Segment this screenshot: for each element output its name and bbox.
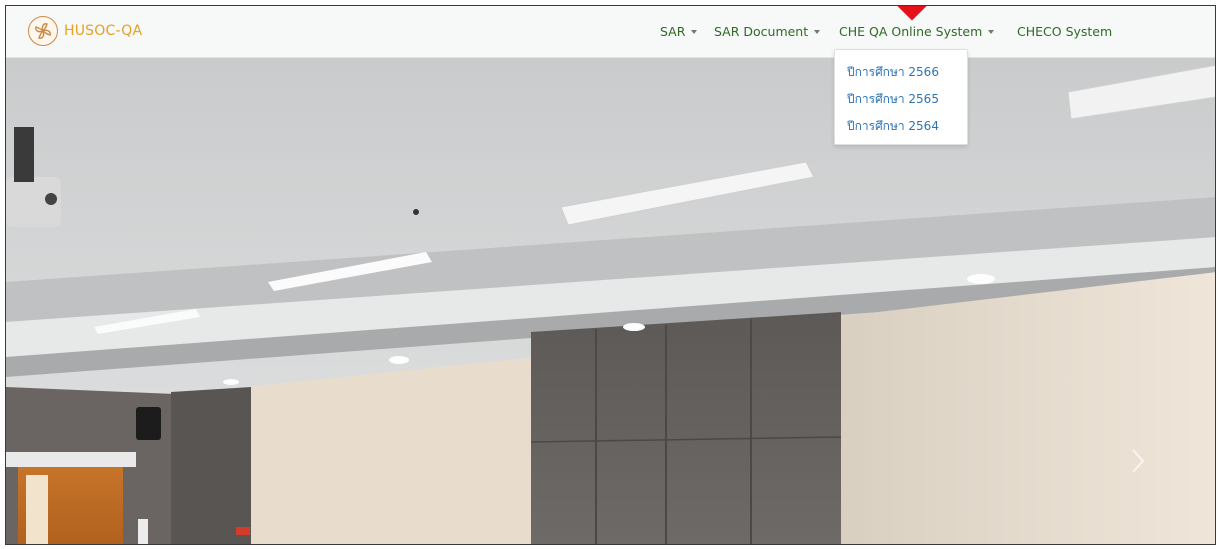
hero-carousel-image bbox=[6, 57, 1215, 544]
browser-viewport: HUSOC-QA SAR SAR Document CHE QA Online … bbox=[5, 5, 1216, 545]
meeting-room-photo bbox=[6, 57, 1215, 544]
che-qa-dropdown-menu: ปีการศึกษา 2566 ปีการศึกษา 2565 ปีการศึก… bbox=[834, 49, 968, 145]
carousel-next-button[interactable] bbox=[1129, 446, 1147, 476]
caret-down-icon bbox=[988, 29, 995, 34]
dropdown-item-2564[interactable]: ปีการศึกษา 2564 bbox=[847, 117, 939, 136]
nav-item-checo-system[interactable]: CHECO System bbox=[1017, 21, 1112, 41]
nav-item-label: SAR bbox=[660, 23, 686, 39]
caret-down-icon bbox=[814, 29, 821, 34]
caret-down-icon bbox=[691, 29, 698, 34]
nav-item-sar[interactable]: SAR bbox=[660, 21, 698, 41]
nav-item-label: CHECO System bbox=[1017, 23, 1113, 39]
nav-item-label: SAR Document bbox=[714, 23, 809, 39]
brand-name: HUSOC-QA bbox=[64, 23, 143, 39]
chevron-right-icon bbox=[1132, 449, 1145, 473]
top-navbar: HUSOC-QA SAR SAR Document CHE QA Online … bbox=[6, 6, 1215, 58]
nav-item-sar-document[interactable]: SAR Document bbox=[714, 21, 821, 41]
nav-item-che-qa-online-system[interactable]: CHE QA Online System bbox=[839, 21, 995, 41]
nav-item-label: CHE QA Online System bbox=[839, 23, 983, 39]
dropdown-item-2565[interactable]: ปีการศึกษา 2565 bbox=[847, 90, 939, 109]
dropdown-item-2566[interactable]: ปีการศึกษา 2566 bbox=[847, 63, 939, 82]
pinwheel-logo-icon bbox=[28, 16, 58, 46]
brand[interactable]: HUSOC-QA bbox=[28, 14, 142, 48]
